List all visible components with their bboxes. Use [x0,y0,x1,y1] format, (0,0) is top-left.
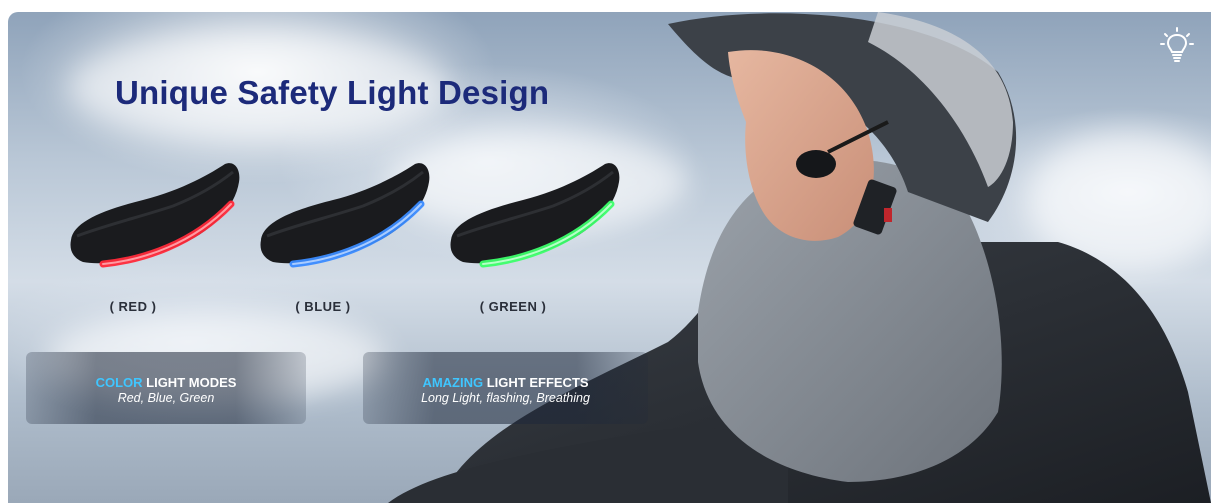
device-red-image [70,163,240,268]
feature-accent: AMAZING [422,375,484,390]
feature-accent: COLOR [95,375,143,390]
device-green-image [450,163,620,268]
lightbulb-icon[interactable] [1160,26,1194,66]
device-label-green: ( GREEN ) [479,299,547,314]
feature-title: AMAZING LIGHT EFFECTS [363,375,648,390]
device-label-blue: ( BLUE ) [295,299,351,314]
feature-light-effects: AMAZING LIGHT EFFECTS Long Light, flashi… [363,352,648,424]
device-label-red: ( RED ) [109,299,157,314]
page-title: Unique Safety Light Design [115,74,550,111]
feature-heading: LIGHT MODES [142,375,237,390]
feature-subtitle: Red, Blue, Green [117,391,215,405]
feature-heading: LIGHT EFFECTS [483,375,589,390]
feature-title: COLOR LIGHT MODES [26,375,306,390]
product-banner: Unique Safety Light Design ( RED ) ( BLU… [8,12,1211,503]
device-blue-image [260,163,430,268]
feature-color-modes: COLOR LIGHT MODES Red, Blue, Green [26,352,306,424]
feature-subtitle: Long Light, flashing, Breathing [421,391,590,405]
